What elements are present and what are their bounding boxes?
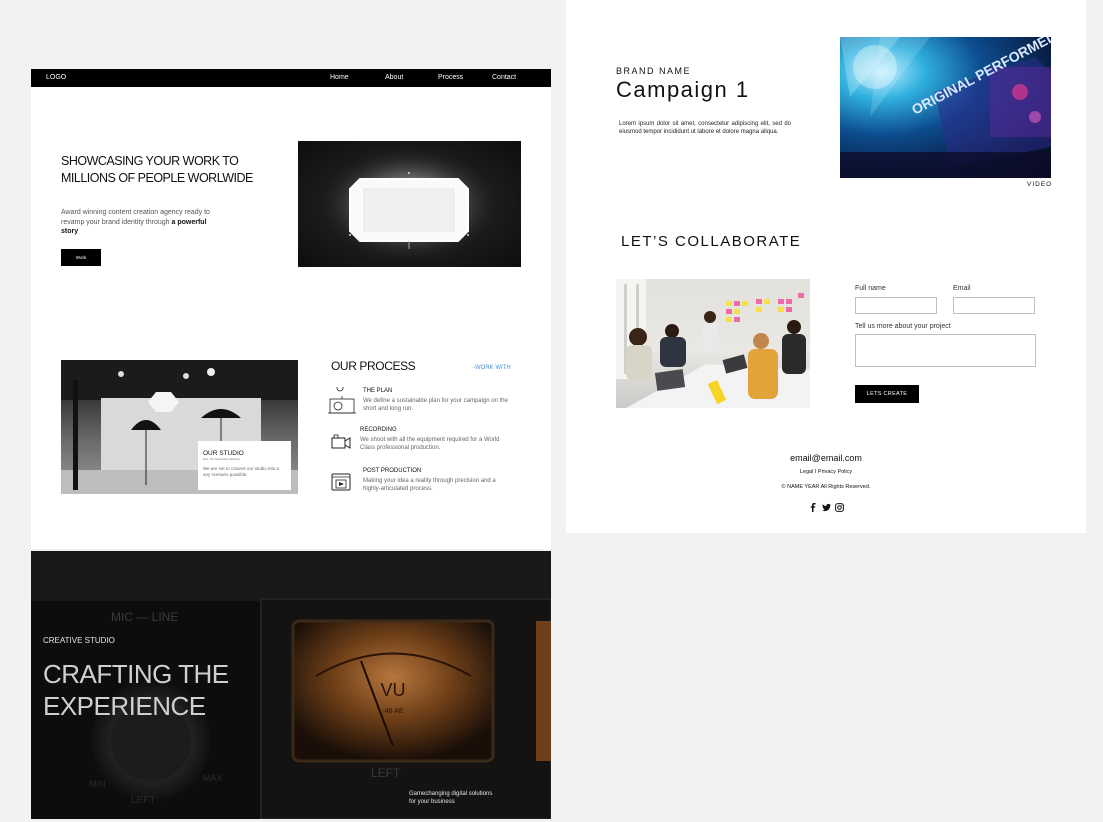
tagline: Gamechanging digital solutions for your …: [409, 790, 492, 806]
campaign-video-thumbnail[interactable]: ORIGINAL PERFORMED: [840, 37, 1051, 178]
meter-db-label: -48 AE: [382, 708, 403, 715]
website-mockup-campaign: BRAND NAME Campaign 1 Lorem ipsum dolor …: [566, 0, 1086, 533]
collaborate-title: LET’S COLLABORATE: [621, 233, 802, 250]
twitter-icon[interactable]: [822, 503, 831, 512]
meter-left-label: LEFT: [371, 766, 401, 780]
team-meeting-photo: [616, 279, 810, 408]
social-icons: [809, 503, 845, 513]
work-button[interactable]: Work: [61, 249, 101, 266]
brand-name: BRAND NAME: [616, 66, 692, 76]
step-recording-desc: We shoot with all the equipment required…: [360, 437, 500, 451]
project-textarea[interactable]: [855, 334, 1036, 367]
nav-contact[interactable]: Contact: [492, 74, 516, 81]
campaign-title: Campaign 1: [616, 77, 750, 102]
facebook-icon[interactable]: [809, 503, 817, 512]
work-with-link[interactable]: -WORK WITH: [473, 365, 511, 371]
project-label: Tell us more about your project: [855, 323, 951, 330]
step-recording-title: RECORDING: [360, 427, 397, 433]
tagline-line-2: for your business: [409, 799, 455, 805]
instagram-icon[interactable]: [835, 503, 844, 512]
sticky-notes: [726, 293, 804, 322]
meter-vu-label: VU: [380, 680, 405, 700]
knob-left-label: LEFT: [131, 795, 155, 806]
studio-description: We are set to convert our studio into a …: [203, 466, 279, 477]
website-mockup-home: LOGO Home About Process Contact SHOWCASI…: [31, 69, 551, 549]
headline-line-2: EXPERIENCE: [43, 691, 206, 721]
video-label: VIDEO: [1027, 181, 1053, 188]
footer-email[interactable]: email@email.com: [726, 453, 926, 463]
hero-title: SHOWCASING YOUR WORK TO MILLIONS OF PEOP…: [61, 154, 253, 185]
camera-icon: [331, 434, 351, 449]
full-name-label: Full name: [855, 285, 886, 292]
lets-create-button[interactable]: LETS CREATE: [855, 385, 919, 403]
studio-subtitle: (Ans. The Teleportation Machine): [203, 458, 240, 461]
creative-studio-eyebrow: CREATIVE STUDIO: [43, 636, 115, 645]
hero-description: Award winning content creation agency re…: [61, 208, 221, 237]
tagline-line-1: Gamechanging digital solutions: [409, 791, 493, 797]
light-panel-illustration: [314, 144, 504, 264]
nav-home[interactable]: Home: [330, 74, 349, 81]
studio-photo: OUR STUDIO (Ans. The Teleportation Machi…: [61, 360, 298, 494]
nav-process[interactable]: Process: [438, 74, 463, 81]
plan-icon: [328, 387, 356, 414]
process-title: OUR PROCESS: [331, 359, 416, 373]
email-input[interactable]: [953, 297, 1035, 314]
step-post-desc: Making your idea a reality through preci…: [363, 478, 496, 492]
nav-about[interactable]: About: [385, 74, 403, 81]
full-name-input[interactable]: [855, 297, 937, 314]
footer-copyright: © NAME YEAR All Rights Reserved.: [781, 484, 871, 490]
meter-mic-line-label: MIC — LINE: [111, 610, 178, 624]
logo[interactable]: LOGO: [46, 74, 66, 81]
dark-hero-panel: VU -48 AE MIC — LINE LEFT MIN MAX LEFT C…: [31, 551, 551, 819]
meeting-illustration: [616, 279, 810, 408]
campaign-description: Lorem ipsum dolor sit amet, consectetur …: [619, 121, 791, 135]
step-plan-desc: We define a sustainable plan for your ca…: [363, 398, 508, 412]
knob-max-label: MAX: [203, 773, 223, 783]
crafting-headline: CRAFTING THE EXPERIENCE: [43, 658, 229, 722]
email-label: Email: [953, 285, 971, 292]
hero-light-panel-image: [298, 141, 521, 267]
studio-title: OUR STUDIO: [203, 450, 244, 457]
footer-legal-links[interactable]: Legal I Privacy Policy: [726, 469, 926, 475]
headline-line-1: CRAFTING THE: [43, 659, 229, 689]
concert-illustration: ORIGINAL PERFORMED: [840, 37, 1051, 178]
studio-card: OUR STUDIO (Ans. The Teleportation Machi…: [198, 441, 291, 490]
knob-min-label: MIN: [89, 779, 106, 789]
step-post-title: POST PRODUCTION: [363, 468, 422, 474]
step-plan-title: THE PLAN: [363, 388, 393, 394]
navbar: LOGO Home About Process Contact: [31, 69, 551, 87]
video-player-icon: [331, 473, 351, 491]
